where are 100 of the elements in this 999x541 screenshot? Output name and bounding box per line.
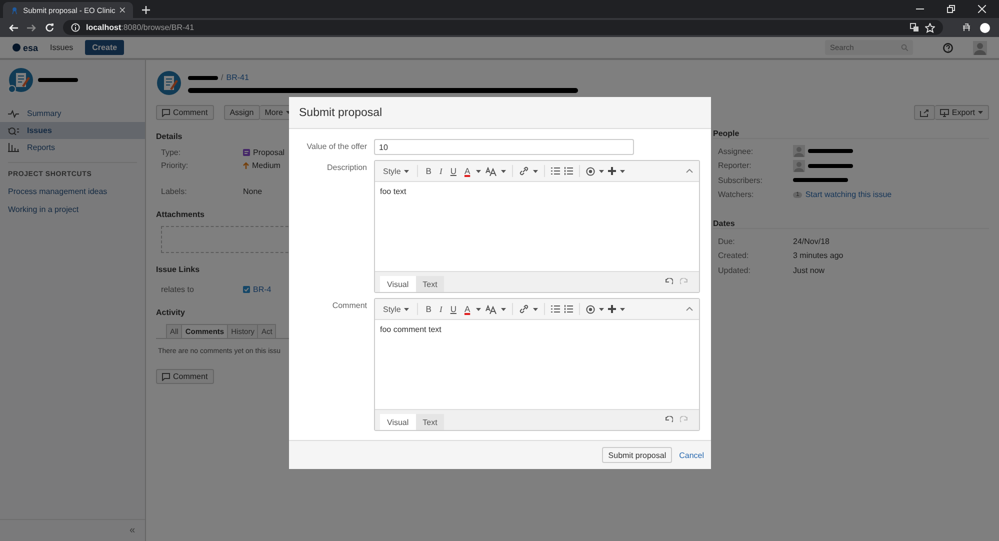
extension-icon[interactable] (962, 23, 971, 32)
link-relation: relates to (161, 285, 195, 294)
shortcut-link[interactable]: Working in a project (0, 205, 145, 214)
editor-text: foo comment text (380, 325, 442, 334)
format-button[interactable]: I (437, 166, 444, 176)
caret-icon (501, 308, 506, 310)
caret-icon (404, 308, 409, 310)
comment-button[interactable]: Comment (156, 105, 214, 120)
pulse-icon (8, 110, 19, 118)
undo-icon[interactable] (664, 416, 673, 424)
field-label: Value of the offer (306, 141, 367, 151)
caret-icon (620, 170, 626, 172)
link-icon[interactable] (519, 304, 530, 314)
numbered-list-icon[interactable] (564, 305, 574, 313)
collapse-sidebar-button[interactable]: « (129, 525, 135, 536)
reload-icon[interactable] (45, 23, 54, 32)
assign-button[interactable]: Assign (224, 105, 260, 120)
profile-icon[interactable] (980, 22, 990, 32)
format-button[interactable]: A (462, 166, 472, 176)
field-value: Just now (793, 266, 825, 275)
field-label: Priority: (161, 161, 190, 170)
caret-icon (476, 170, 482, 172)
field-label: Updated: (718, 266, 752, 275)
field-label: Type: (161, 148, 182, 157)
format-button[interactable]: I (437, 304, 444, 314)
font-size-icon[interactable] (485, 304, 498, 314)
editor-mode-tab[interactable]: Visual (380, 414, 416, 430)
field-label: Labels: (161, 187, 188, 196)
cancel-link[interactable]: Cancel (677, 450, 706, 460)
caret-icon (620, 308, 626, 310)
field-label: Created: (718, 251, 750, 260)
redaction-scribble (808, 149, 853, 154)
export-button[interactable]: Export (934, 105, 989, 120)
collapse-icon[interactable] (686, 169, 693, 173)
redaction-scribble (188, 76, 218, 80)
format-button[interactable]: B (424, 166, 434, 176)
forward-icon[interactable] (27, 24, 36, 32)
numbered-list-icon[interactable] (564, 167, 574, 175)
star-icon[interactable] (925, 22, 935, 32)
address-bar[interactable]: localhost:8080/browse/BR-41 (63, 20, 943, 35)
close-icon[interactable] (978, 5, 986, 13)
link-icon[interactable] (519, 166, 530, 176)
bullet-list-icon[interactable] (551, 167, 560, 175)
sidebar-item[interactable]: Reports (0, 139, 145, 156)
editor-text-area[interactable]: foo text (375, 182, 699, 271)
search-icon (901, 44, 908, 51)
field-label: Description (326, 162, 367, 172)
sidebar-item[interactable]: Summary (0, 105, 145, 122)
comment-button[interactable]: Comment (156, 369, 214, 384)
comment-icon (162, 372, 170, 380)
close-icon[interactable] (120, 7, 125, 13)
symbol-icon[interactable] (586, 304, 596, 314)
back-icon[interactable] (9, 24, 18, 32)
user-avatar (793, 145, 805, 158)
caret-icon (476, 308, 482, 310)
format-button[interactable]: U (448, 166, 458, 176)
editor-mode-tab[interactable]: Text (416, 276, 444, 292)
style-dropdown[interactable]: Style (381, 166, 411, 176)
create-button[interactable]: Create (85, 40, 124, 55)
caret-icon (404, 170, 409, 172)
editor-mode-tab[interactable]: Visual (380, 276, 416, 292)
symbol-icon[interactable] (586, 166, 596, 176)
issues-icon (8, 126, 19, 134)
redaction-scribble (38, 78, 78, 82)
project-avatar-icon (156, 70, 182, 96)
favicon-icon (11, 6, 18, 14)
editor-text-area[interactable]: foo comment text (375, 320, 699, 409)
style-dropdown[interactable]: Style (381, 304, 411, 314)
input-field[interactable]: 10 (374, 139, 634, 155)
font-size-icon[interactable] (485, 166, 498, 176)
bullet-list-icon[interactable] (551, 305, 560, 313)
share-button[interactable] (914, 105, 935, 120)
caret-icon (599, 170, 604, 172)
section-heading: Details (156, 132, 184, 141)
submit-button[interactable]: Submit proposal (602, 447, 672, 463)
dialog-title: Submit proposal (299, 106, 382, 118)
logo-text[interactable]: esa (23, 42, 38, 52)
issue-key-link[interactable]: BR-41 (226, 73, 249, 82)
logo-mark-icon (12, 43, 21, 52)
format-button[interactable]: U (448, 304, 458, 314)
caret-icon (533, 170, 538, 172)
collapse-icon[interactable] (686, 307, 693, 311)
editor-mode-tab[interactable]: Text (416, 414, 444, 430)
new-tab-icon[interactable] (142, 6, 150, 14)
format-button[interactable]: B (424, 304, 434, 314)
plus-icon[interactable] (608, 167, 616, 175)
help-icon[interactable] (943, 42, 953, 52)
nav-link[interactable]: Issues (50, 43, 74, 52)
editor-text: foo text (380, 187, 406, 196)
chart-icon (8, 143, 19, 152)
caret-icon (501, 170, 506, 172)
translate-icon[interactable] (910, 23, 919, 32)
undo-icon[interactable] (664, 278, 673, 286)
linked-issue-link[interactable]: BR-4 (253, 285, 272, 294)
format-button[interactable]: A (462, 304, 472, 314)
shortcut-link[interactable]: Process management ideas (0, 187, 145, 196)
plus-icon[interactable] (608, 305, 616, 313)
watch-link[interactable]: Start watching this issue (805, 190, 892, 200)
share-icon (920, 108, 929, 116)
restore-icon[interactable] (947, 5, 955, 13)
